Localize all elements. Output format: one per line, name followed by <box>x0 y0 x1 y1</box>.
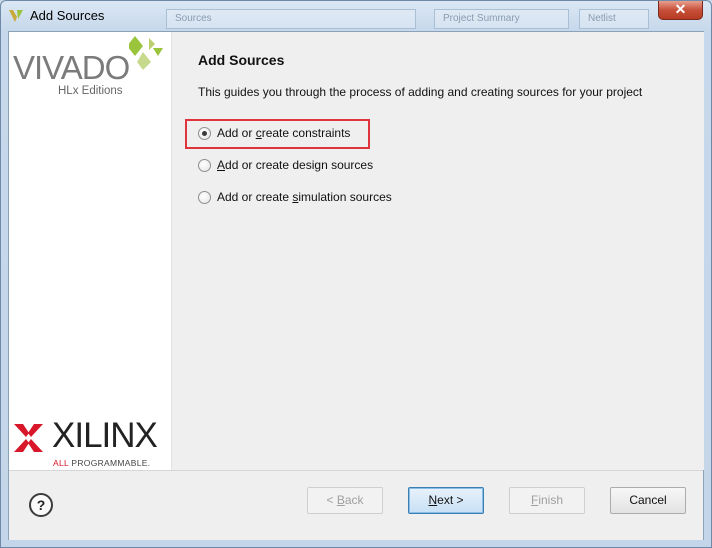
xilinx-logo-text: XILINX <box>52 416 158 455</box>
help-button[interactable]: ? <box>29 493 53 517</box>
background-tab-sources: Sources <box>166 9 416 29</box>
edition-label: HLx Editions <box>58 85 123 97</box>
cancel-button[interactable]: Cancel <box>610 487 686 514</box>
branding-panel: VIVADO HLx Editions XILINX ALL PROGRAMMA… <box>9 32 171 470</box>
option-add-design-sources[interactable]: Add or create design sources <box>198 155 373 175</box>
window-title: Add Sources <box>30 8 105 23</box>
tagline: ALL PROGRAMMABLE. <box>53 458 151 468</box>
vivado-logo-text: VIVADO <box>13 49 130 86</box>
vivado-logo-icon <box>129 36 163 70</box>
add-sources-window: Add Sources Sources Project Summary Netl… <box>0 0 712 548</box>
title-bar[interactable]: Add Sources Sources Project Summary Netl… <box>1 1 711 31</box>
background-tab-project-summary: Project Summary <box>434 9 569 29</box>
radio-button[interactable] <box>198 158 211 172</box>
xilinx-logo-icon <box>14 424 43 452</box>
radio-button-selected[interactable] <box>198 126 211 140</box>
next-button[interactable]: Next > <box>408 487 484 514</box>
back-button[interactable]: < Back <box>307 487 383 514</box>
page-description: This guides you through the process of a… <box>198 85 643 99</box>
option-label: Add or create simulation sources <box>217 190 392 204</box>
page-heading: Add Sources <box>198 52 285 68</box>
option-label: Add or create design sources <box>217 158 374 172</box>
option-add-constraints[interactable]: Add or create constraints <box>198 123 350 143</box>
option-add-simulation-sources[interactable]: Add or create simulation sources <box>198 187 392 207</box>
button-bar: ? < Back Next > Finish Cancel <box>9 470 703 540</box>
option-label: Add or create constraints <box>217 126 351 140</box>
dialog-body: VIVADO HLx Editions XILINX ALL PROGRAMMA… <box>8 31 704 540</box>
background-tab-netlist: Netlist <box>579 9 649 29</box>
vivado-app-icon <box>9 10 23 22</box>
radio-button[interactable] <box>198 190 211 204</box>
finish-button[interactable]: Finish <box>509 487 585 514</box>
close-button[interactable]: ✕ <box>658 1 703 20</box>
